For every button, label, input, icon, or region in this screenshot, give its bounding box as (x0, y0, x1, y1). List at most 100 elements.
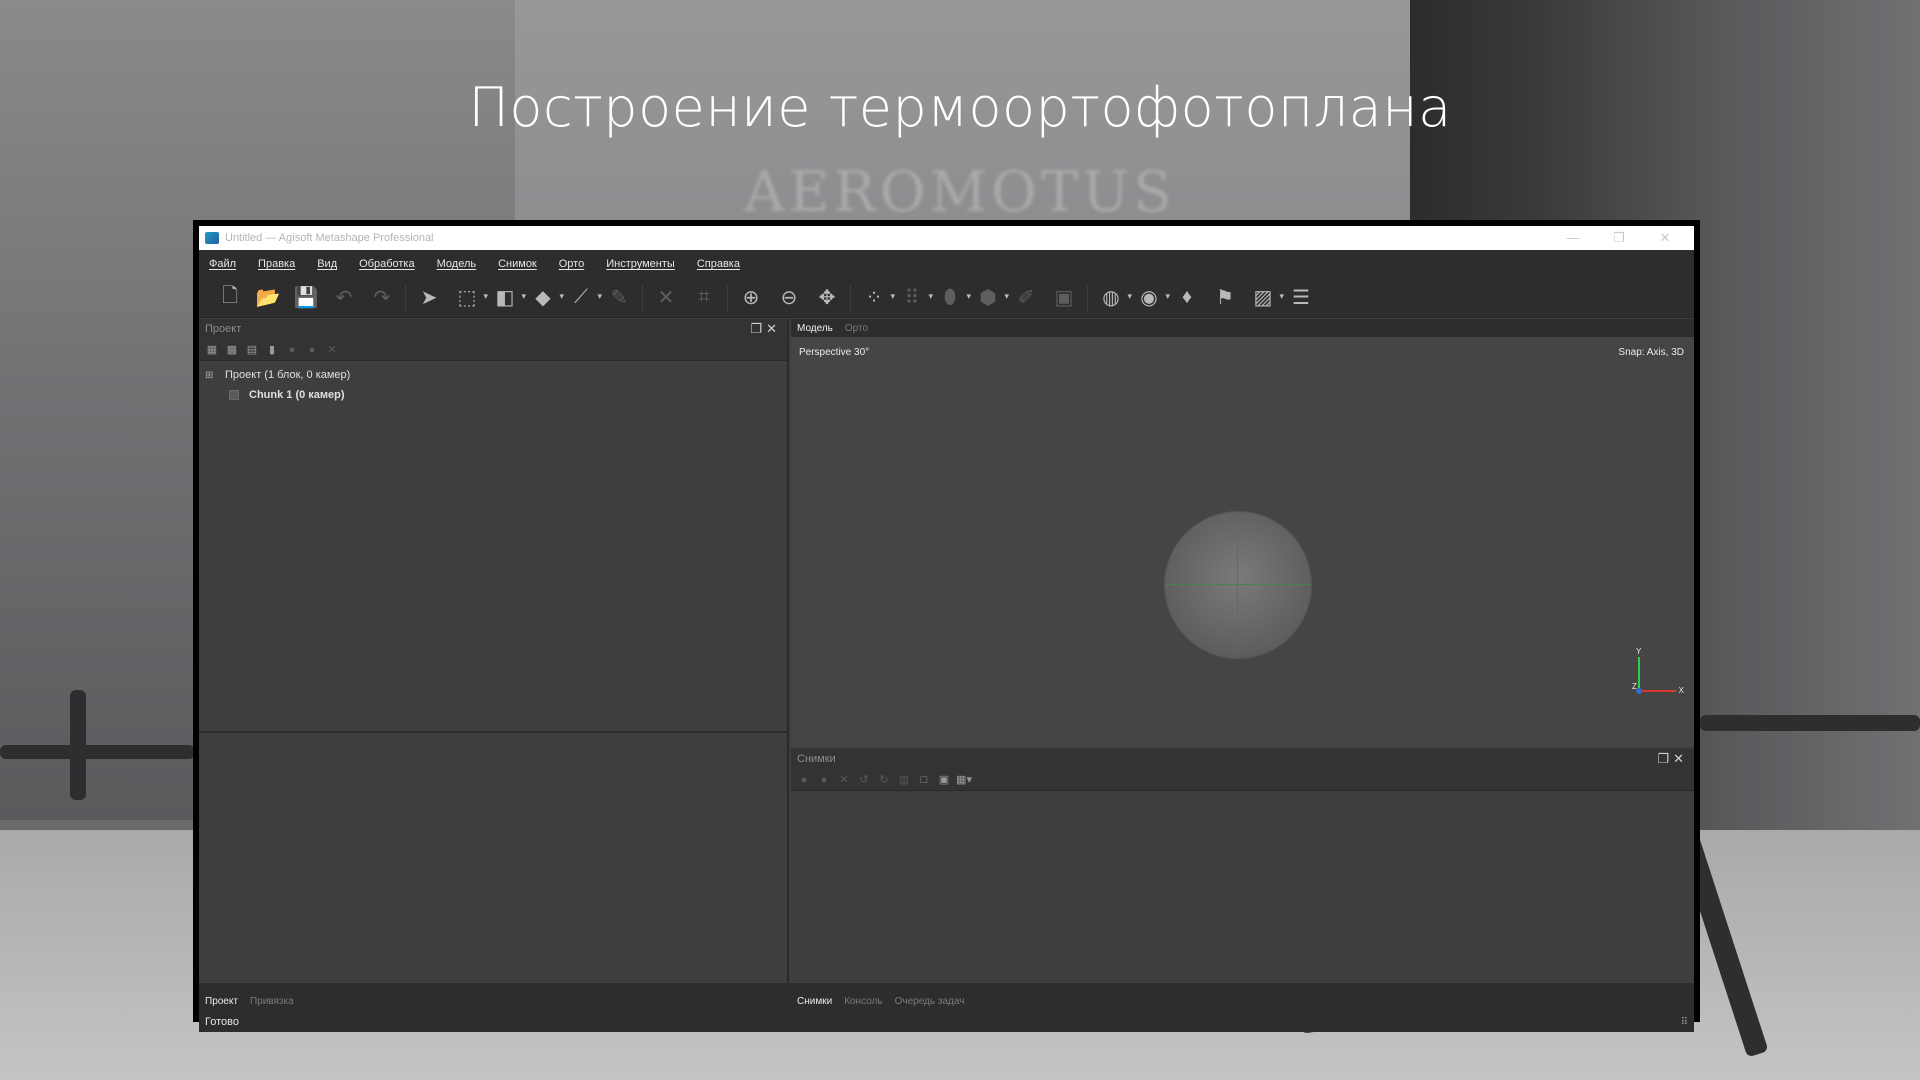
workspace-icon: ⊞ (205, 369, 214, 381)
close-panel-icon[interactable]: ✕ (766, 321, 781, 336)
layers-icon[interactable]: ☰ (1282, 282, 1320, 314)
add-folder-icon[interactable]: ▤ (245, 343, 259, 357)
maximize-button[interactable]: ❐ (1596, 230, 1642, 246)
zoom-in-icon[interactable]: ⊕ (732, 282, 770, 314)
photos-panel-title: Снимки (797, 753, 836, 765)
tree-item-label: Chunk 1 (0 камер) (249, 389, 345, 401)
resize-grip-icon[interactable]: ⠿ (1681, 1017, 1688, 1028)
menu-ortho[interactable]: Орто (559, 258, 584, 270)
menu-tools[interactable]: Инструменты (606, 258, 675, 270)
trackball-horizontal-axis (1165, 584, 1311, 585)
tab-console[interactable]: Консоль (844, 996, 882, 1007)
panel-controls: ❐✕ (750, 321, 781, 337)
photos-panel: Снимки ❐✕ ● ● ✕ ↺ ↻ ▥ □ ▣ ▦▾ (791, 749, 1694, 983)
tile-icon[interactable]: ▣ (1045, 282, 1083, 314)
toolbar-separator (1087, 284, 1088, 311)
remove-icon[interactable]: ✕ (837, 773, 851, 787)
rotate-right-icon[interactable]: ↻ (877, 773, 891, 787)
axis-x (1638, 690, 1676, 692)
menu-model[interactable]: Модель (437, 258, 476, 270)
crop-icon[interactable]: ⌗ (685, 282, 723, 314)
close-button[interactable]: ✕ (1642, 230, 1688, 246)
trackball-sphere[interactable] (1165, 512, 1311, 658)
rectangle-select-icon[interactable]: ⬚ (448, 282, 488, 314)
menu-file[interactable]: Файл (209, 258, 236, 270)
texture-icon[interactable]: ⬢ (969, 282, 1009, 314)
large-view-icon[interactable]: ▣ (937, 773, 951, 787)
undo-icon[interactable]: ↶ (325, 282, 363, 314)
ruler-icon[interactable]: ⟋ (562, 282, 602, 314)
grid-points-icon[interactable]: ⠿ (893, 282, 933, 314)
close-panel-icon[interactable]: ✕ (1673, 751, 1688, 766)
pointer-icon[interactable]: ➤ (410, 282, 448, 314)
save-icon[interactable]: 💾 (287, 282, 325, 314)
tree-item-project[interactable]: ⊞ Проект (1 блок, 0 камер) (205, 365, 781, 385)
camera-icon[interactable]: ◉ (1130, 282, 1170, 314)
enable-icon[interactable]: ● (285, 343, 299, 357)
photos-panel-header: Снимки ❐✕ (791, 749, 1694, 769)
model-viewport[interactable]: Perspective 30° Snap: Axis, 3D Y Z X (791, 337, 1694, 747)
mesh-icon[interactable]: ⬮ (931, 282, 971, 314)
rotate-left-icon[interactable]: ↺ (857, 773, 871, 787)
background-drone-part (1700, 715, 1920, 731)
toolbar-separator (642, 284, 643, 311)
move-icon[interactable]: ✥ (808, 282, 846, 314)
ortho-icon[interactable]: ▨ (1244, 282, 1284, 314)
toolbar-separator (727, 284, 728, 311)
axis-y-label: Y (1636, 647, 1642, 656)
marker-icon[interactable]: ♦ (1168, 282, 1206, 314)
window-title: Untitled — Agisoft Metashape Professiona… (225, 232, 434, 244)
points-icon[interactable]: ⁘ (855, 282, 895, 314)
small-view-icon[interactable]: □ (917, 773, 931, 787)
menu-photo[interactable]: Снимок (498, 258, 537, 270)
shape-icon[interactable]: ◧ (486, 282, 526, 314)
perspective-label: Perspective 30° (799, 347, 870, 358)
menu-bar: Файл Правка Вид Обработка Модель Снимок … (199, 250, 1694, 278)
background-logo: AEROMOTUS (744, 160, 1176, 225)
new-file-icon[interactable]: 🗋 (211, 282, 249, 314)
minimize-button[interactable]: — (1550, 230, 1596, 246)
background-drone-part (0, 745, 195, 759)
polygon-icon[interactable]: ◆ (524, 282, 564, 314)
panel-controls: ❐✕ (1657, 751, 1688, 767)
snap-label: Snap: Axis, 3D (1618, 347, 1684, 358)
delete-icon[interactable]: ✕ (647, 282, 685, 314)
tab-reference[interactable]: Привязка (250, 996, 294, 1007)
menu-view[interactable]: Вид (317, 258, 337, 270)
menu-workflow[interactable]: Обработка (359, 258, 414, 270)
axis-x-label: X (1678, 686, 1684, 695)
tab-ortho[interactable]: Орто (845, 323, 868, 334)
add-chunk-icon[interactable]: ▦ (205, 343, 219, 357)
brush-icon[interactable]: ✐ (1007, 282, 1045, 314)
metashape-logo-icon (205, 232, 219, 244)
add-photos-icon[interactable]: ▩ (225, 343, 239, 357)
tab-photos[interactable]: Снимки (797, 996, 832, 1007)
project-panel-title: Проект (205, 323, 242, 335)
pencil-icon[interactable]: ✎ (600, 282, 638, 314)
tab-model[interactable]: Модель (797, 323, 833, 334)
slide-title: Построение термоортофотоплана (468, 76, 1452, 139)
tab-jobs[interactable]: Очередь задач (895, 996, 965, 1007)
remove-icon[interactable]: ✕ (325, 343, 339, 357)
disable-icon[interactable]: ● (305, 343, 319, 357)
app-window: Untitled — Agisoft Metashape Professiona… (193, 220, 1700, 1032)
globe-icon[interactable]: ◍ (1092, 282, 1132, 314)
tree-item-chunk[interactable]: Chunk 1 (0 камер) (205, 385, 781, 405)
open-folder-icon[interactable]: 📂 (249, 282, 287, 314)
app-body: Файл Правка Вид Обработка Модель Снимок … (199, 250, 1694, 1032)
menu-edit[interactable]: Правка (258, 258, 295, 270)
redo-icon[interactable]: ↷ (363, 282, 401, 314)
flag-icon[interactable]: ⚑ (1206, 282, 1244, 314)
view-mode-icon[interactable]: ▦▾ (956, 773, 972, 787)
disable-icon[interactable]: ● (817, 773, 831, 787)
menu-help[interactable]: Справка (697, 258, 740, 270)
undock-icon[interactable]: ❐ (750, 321, 766, 336)
project-tree: ⊞ Проект (1 блок, 0 камер) Chunk 1 (0 ка… (199, 361, 787, 409)
tab-project[interactable]: Проект (205, 996, 238, 1007)
undock-icon[interactable]: ❐ (1657, 751, 1673, 766)
panel-divider[interactable] (199, 731, 787, 733)
mask-icon[interactable]: ▥ (897, 773, 911, 787)
enable-icon[interactable]: ● (797, 773, 811, 787)
zoom-out-icon[interactable]: ⊖ (770, 282, 808, 314)
add-marker-icon[interactable]: ▮ (265, 343, 279, 357)
